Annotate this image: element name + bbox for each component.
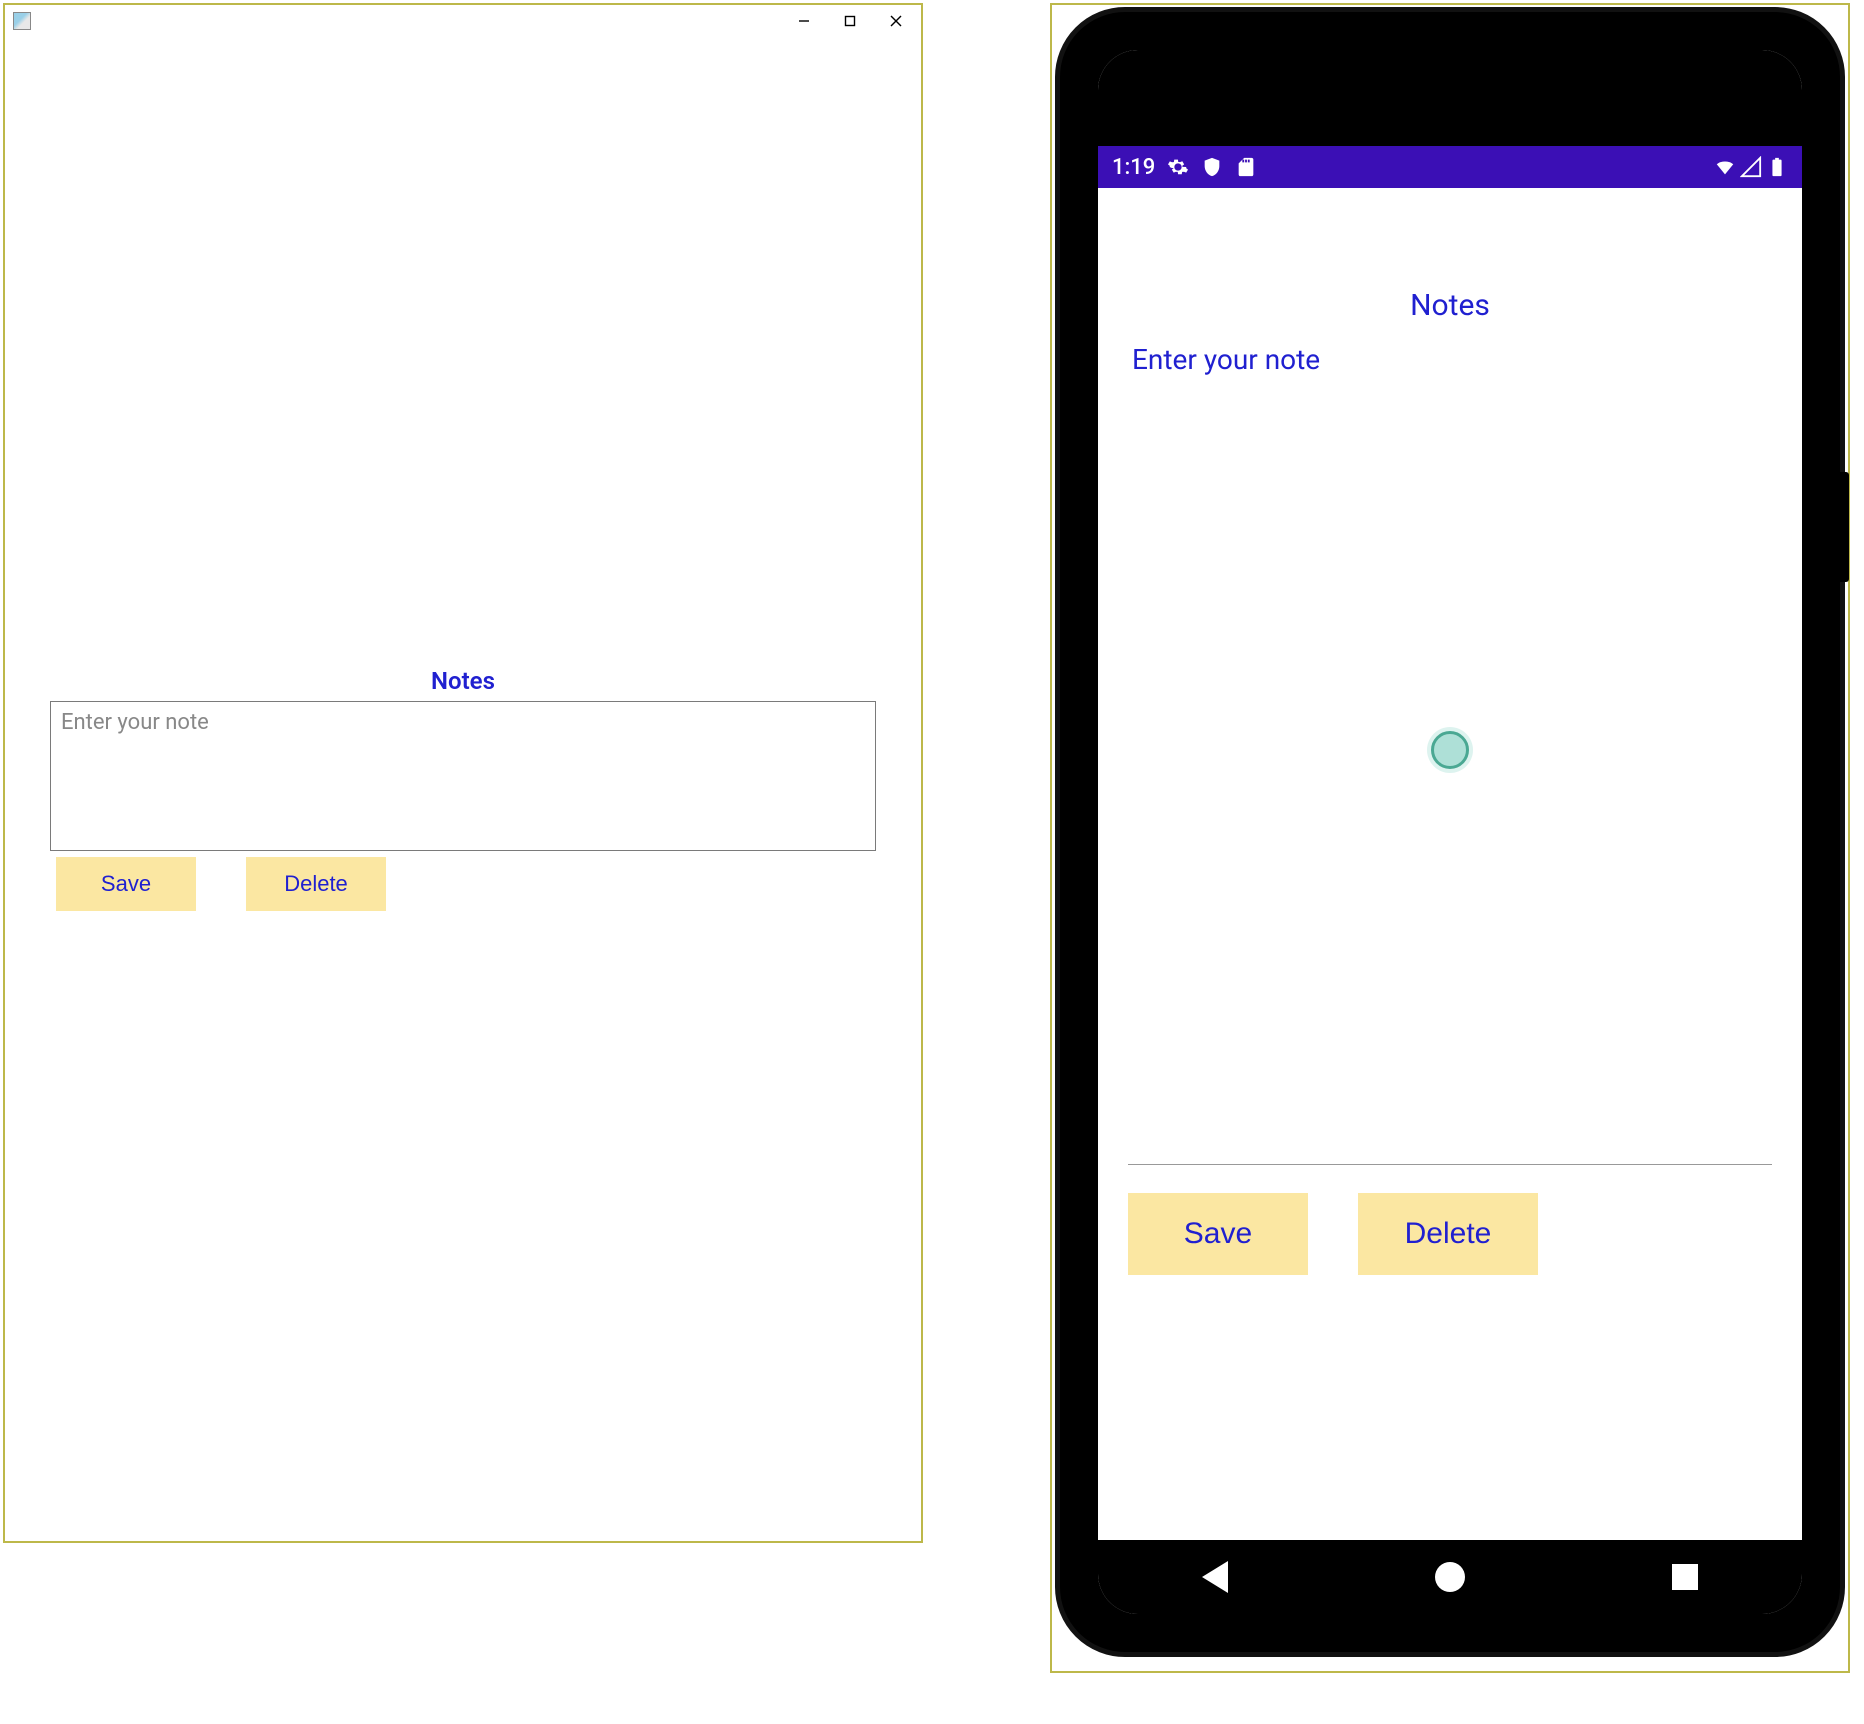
page-title: Notes [1128, 288, 1772, 323]
android-navbar [1098, 1540, 1802, 1614]
page-title: Notes [50, 667, 876, 695]
close-button[interactable] [873, 6, 919, 36]
minimize-icon [798, 15, 810, 27]
back-button[interactable] [1202, 1561, 1228, 1593]
maximize-button[interactable] [827, 6, 873, 36]
phone-frame: 1:19 Notes Enter your note [1055, 7, 1845, 1657]
status-time: 1:19 [1112, 155, 1155, 180]
shield-icon [1201, 156, 1223, 178]
battery-icon [1766, 156, 1788, 178]
statusbar: 1:19 [1098, 146, 1802, 188]
touch-ripple-icon [1431, 731, 1469, 769]
home-button[interactable] [1435, 1562, 1465, 1592]
button-row: Save Delete [50, 857, 876, 911]
gear-icon [1167, 156, 1189, 178]
minimize-button[interactable] [781, 6, 827, 36]
maximize-icon [844, 15, 856, 27]
save-button[interactable]: Save [56, 857, 196, 911]
phone-power-button [1840, 472, 1849, 582]
note-placeholder: Enter your note [1132, 343, 1320, 376]
window-controls [781, 6, 919, 36]
phone-outline: 1:19 Notes Enter your note [1050, 3, 1850, 1673]
phone-content: Notes Enter your note Save Delete [1098, 188, 1802, 1540]
button-row: Save Delete [1128, 1193, 1772, 1275]
delete-button[interactable]: Delete [1358, 1193, 1538, 1275]
note-input[interactable]: Enter your note [1128, 335, 1772, 1165]
recents-button[interactable] [1672, 1564, 1698, 1590]
delete-button[interactable]: Delete [246, 857, 386, 911]
titlebar [5, 5, 921, 37]
save-button[interactable]: Save [1128, 1193, 1308, 1275]
close-icon [890, 15, 902, 27]
phone-top-bezel [1098, 50, 1802, 146]
note-input[interactable] [50, 701, 876, 851]
sd-card-icon [1235, 156, 1257, 178]
signal-icon [1740, 156, 1762, 178]
app-icon [13, 12, 31, 30]
wifi-icon [1714, 156, 1736, 178]
desktop-body: Notes Save Delete [5, 37, 921, 1541]
phone-screen: 1:19 Notes Enter your note [1098, 50, 1802, 1614]
desktop-window: Notes Save Delete [3, 3, 923, 1543]
